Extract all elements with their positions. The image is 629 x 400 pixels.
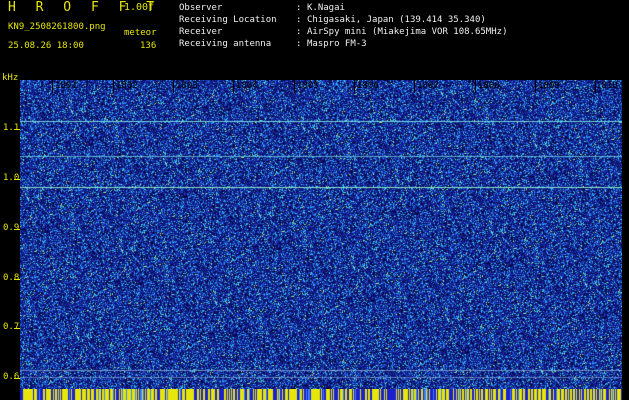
x-tick-label: 1810: [596, 81, 618, 91]
x-tick-mark: [294, 80, 295, 93]
detection-bar: [0, 389, 629, 400]
info-colon: :: [296, 15, 302, 25]
x-tick-label: 1804: [236, 81, 258, 91]
x-tick-label: 1806: [357, 81, 379, 91]
y-axis-unit: kHz: [2, 73, 19, 83]
meteor-count: 136: [140, 41, 157, 51]
x-tick-mark: [113, 80, 114, 93]
y-tick-label: 1.0: [3, 173, 20, 183]
x-tick-label: 1808: [478, 81, 500, 91]
info-key-observer: Observer: [179, 3, 223, 13]
info-value-observer: K.Nagai: [307, 3, 345, 13]
y-tick-label: 0.9: [3, 223, 20, 233]
x-tick-mark: [414, 80, 415, 93]
info-key-receiver: Receiver: [179, 27, 223, 37]
x-tick-mark: [535, 80, 536, 93]
x-tick-label: 1805: [297, 81, 319, 91]
info-colon: :: [296, 27, 302, 37]
y-tick-label: 0.8: [3, 273, 20, 283]
info-colon: :: [296, 3, 302, 13]
info-value-antenna: Maspro FM-3: [307, 39, 367, 49]
y-tick-label: 0.7: [3, 322, 20, 332]
x-tick-label: 1802: [116, 81, 138, 91]
info-value-receiver: AirSpy mini (Miakejima VOR 108.65MHz): [307, 27, 508, 37]
x-tick-mark: [475, 80, 476, 93]
x-tick-label: 1809: [538, 81, 560, 91]
x-tick-label: 1803: [176, 81, 198, 91]
image-filename: KN9_2508261800.png: [8, 22, 106, 32]
version-label: 1.00f: [124, 2, 155, 13]
info-colon: :: [296, 39, 302, 49]
x-tick-mark: [354, 80, 355, 93]
x-tick-label: 1807: [417, 81, 439, 91]
detection-bar-canvas: [0, 389, 629, 400]
x-tick-label: 1801: [55, 81, 77, 91]
spectrogram: [20, 80, 622, 389]
spectrogram-canvas: [20, 80, 622, 389]
y-tick-label: 0.6: [3, 372, 20, 382]
y-tick-label: 1.1: [3, 123, 20, 133]
info-key-antenna: Receiving antenna: [179, 39, 272, 49]
x-tick-mark: [52, 80, 53, 93]
meteor-count-label: meteor: [124, 28, 157, 38]
info-key-location: Receiving Location: [179, 15, 277, 25]
timestamp: 25.08.26 18:00: [8, 41, 84, 51]
info-value-location: Chigasaki, Japan (139.414 35.340): [307, 15, 486, 25]
x-tick-mark: [173, 80, 174, 93]
x-tick-mark: [233, 80, 234, 93]
